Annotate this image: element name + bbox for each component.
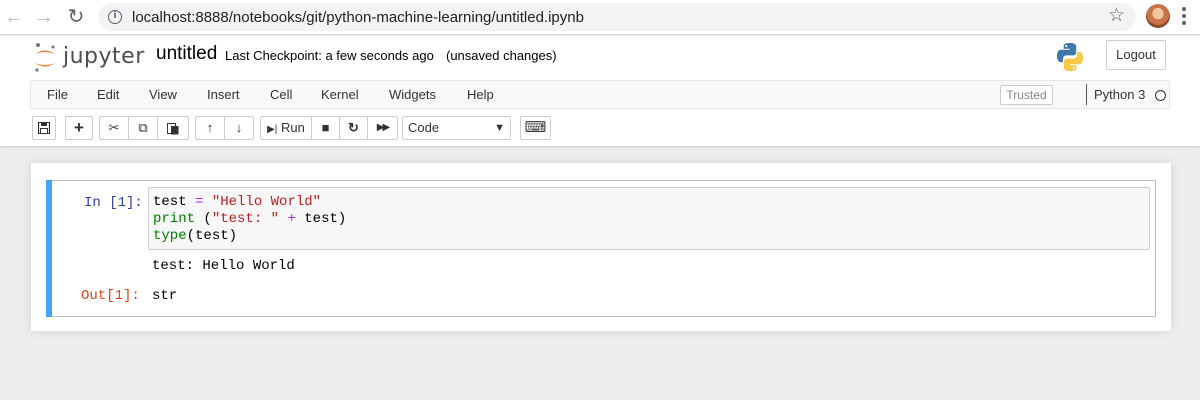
output-prompt: Out[1]:	[81, 288, 140, 304]
paste-icon[interactable]	[157, 116, 189, 140]
kernel-status-icon	[1155, 90, 1166, 101]
jupyter-logo-icon	[35, 43, 55, 72]
notebook-container: In [1]: test = "Hello World" print ("test…	[31, 163, 1171, 331]
code-token: test)	[295, 211, 347, 227]
menu-insert[interactable]: Insert	[207, 87, 240, 102]
browser-toolbar: ← → ↻ i localhost:8888/notebooks/git/pyt…	[0, 0, 1200, 35]
menu-kernel[interactable]: Kernel	[321, 87, 359, 102]
python-logo-icon	[1057, 43, 1083, 71]
fast-forward-icon[interactable]: ▶▶	[367, 116, 398, 140]
address-bar[interactable]: i localhost:8888/notebooks/git/python-ma…	[98, 3, 1136, 31]
menu-help[interactable]: Help	[467, 87, 494, 102]
chevron-down-icon: ▼	[494, 122, 505, 134]
menu-view[interactable]: View	[149, 87, 177, 102]
input-prompt: In [1]:	[84, 195, 143, 211]
code-token: type	[153, 228, 187, 244]
menu-widgets[interactable]: Widgets	[389, 87, 436, 102]
cell-type-value: Code	[408, 120, 440, 135]
cut-icon[interactable]: ✂	[99, 116, 129, 140]
run-button[interactable]: ▶| Run	[260, 116, 312, 140]
menu-file[interactable]: File	[47, 87, 68, 102]
notebook-toolbar: + ✂ ⧉ ↑ ↓ ▶| Run ■ ↻ ▶▶ Code ▼ ⌨	[32, 116, 1172, 140]
code-token: "test: "	[211, 211, 280, 227]
code-token: (test)	[186, 228, 238, 244]
cell-type-select[interactable]: Code ▼	[402, 116, 511, 140]
cell-stdout: test: Hello World	[152, 258, 295, 274]
kernel-divider	[1086, 84, 1087, 105]
profile-avatar[interactable]	[1146, 4, 1170, 28]
code-token: test	[153, 194, 196, 210]
run-icon: ▶|	[267, 124, 278, 135]
save-icon[interactable]	[32, 116, 56, 140]
bookmark-star-icon[interactable]: ☆	[1108, 4, 1125, 28]
checkpoint-status: Last Checkpoint: a few seconds ago	[225, 48, 434, 63]
code-editor[interactable]: test = "Hello World" print ("test: " + te…	[148, 187, 1150, 250]
move-up-icon[interactable]: ↑	[195, 116, 225, 140]
code-token: "Hello World"	[211, 194, 322, 210]
move-down-icon[interactable]: ↓	[224, 116, 254, 140]
notebook-title[interactable]: untitled	[156, 43, 217, 65]
url-text[interactable]: localhost:8888/notebooks/git/python-mach…	[132, 9, 584, 26]
jupyter-logo[interactable]: jupyter	[33, 42, 145, 74]
code-line[interactable]: test = "Hello World"	[153, 194, 1145, 211]
logout-button[interactable]: Logout	[1106, 40, 1166, 70]
restart-icon[interactable]: ↻	[339, 116, 368, 140]
code-line[interactable]: type(test)	[153, 228, 1145, 245]
cell-selected-bar	[46, 180, 52, 317]
menubar: File Edit View Insert Cell Kernel Widget…	[30, 80, 1170, 109]
back-arrow-icon[interactable]: ←	[2, 5, 26, 29]
keyboard-icon[interactable]: ⌨	[520, 116, 551, 140]
unsaved-indicator: (unsaved changes)	[446, 48, 557, 63]
run-label: Run	[281, 120, 305, 135]
cell-result: str	[152, 288, 178, 304]
trusted-indicator[interactable]: Trusted	[1000, 85, 1053, 105]
add-cell-icon[interactable]: +	[65, 116, 93, 140]
kernel-name: Python 3	[1094, 87, 1146, 102]
jupyter-logo-text: jupyter	[63, 44, 145, 69]
copy-icon[interactable]: ⧉	[128, 116, 158, 140]
reload-icon[interactable]: ↻	[64, 5, 88, 29]
stop-icon[interactable]: ■	[311, 116, 340, 140]
jupyter-header: jupyter untitled Last Checkpoint: a few …	[0, 36, 1200, 146]
code-line[interactable]: print ("test: " + test)	[153, 211, 1145, 228]
code-cell[interactable]: In [1]: test = "Hello World" print ("test…	[46, 180, 1156, 317]
info-icon[interactable]: i	[108, 10, 122, 24]
code-token: +	[287, 211, 296, 227]
forward-arrow-icon[interactable]: →	[32, 5, 56, 29]
browser-menu-icon[interactable]	[1182, 7, 1186, 28]
code-token: (	[195, 211, 212, 227]
menu-cell[interactable]: Cell	[270, 87, 292, 102]
code-token: print	[153, 211, 196, 227]
menu-edit[interactable]: Edit	[97, 87, 119, 102]
